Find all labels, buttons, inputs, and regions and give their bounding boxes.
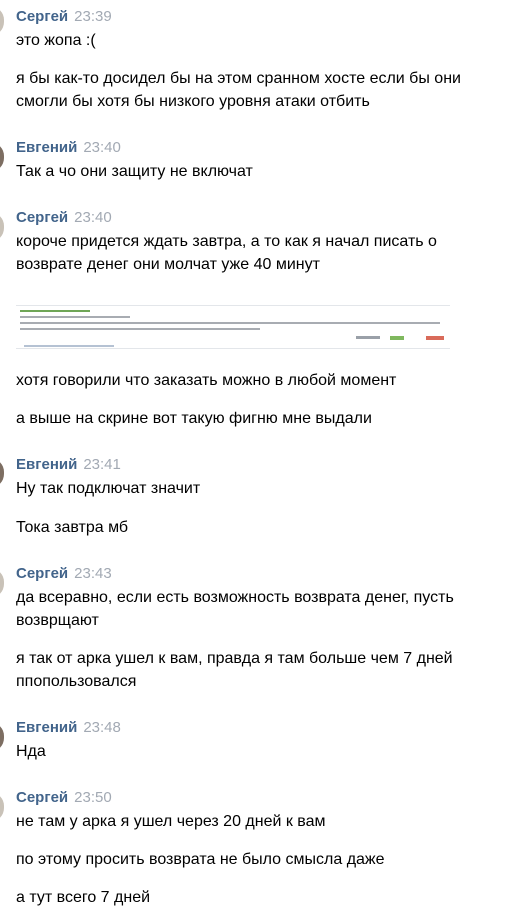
message-time[interactable]: 23:48	[83, 719, 121, 736]
message-text: короче придется ждать завтра, а то как я…	[16, 233, 437, 250]
author-name[interactable]: Сергей	[16, 789, 68, 806]
attachment-header-line	[20, 310, 90, 312]
avatar[interactable]	[0, 792, 4, 822]
message-header: Сергей 23:39	[16, 7, 112, 27]
message-text: хотя говорили что заказать можно в любой…	[16, 372, 397, 389]
attachment-text-line	[20, 316, 130, 318]
message-text: смогли бы хотя бы низкого уровня атаки о…	[16, 93, 370, 110]
message-header: Евгений 23:41	[16, 455, 121, 475]
message-text: не там у арка я ушел через 20 дней к вам	[16, 813, 326, 830]
message-time[interactable]: 23:40	[74, 209, 112, 226]
message-header: Евгений 23:48	[16, 718, 121, 738]
avatar[interactable]	[0, 458, 4, 488]
attachment-text-line	[20, 328, 260, 330]
message-time[interactable]: 23:43	[74, 565, 112, 582]
attachment-text-line	[20, 322, 440, 324]
author-name[interactable]: Евгений	[16, 719, 77, 736]
chat-history: Сергей 23:39 это жопа :( я бы как-то доси…	[0, 0, 522, 911]
message-text: это жопа :(	[16, 32, 96, 49]
message-text: Ну так подключат значит	[16, 480, 201, 497]
avatar[interactable]	[0, 6, 4, 36]
message-header: Сергей 23:50	[16, 788, 112, 808]
message-text: я так от арка ушел к вам, правда я там б…	[16, 650, 453, 667]
message-text: а тут всего 7 дней	[16, 889, 151, 906]
message-time[interactable]: 23:40	[83, 139, 121, 156]
message-time[interactable]: 23:39	[74, 8, 112, 25]
avatar[interactable]	[0, 568, 4, 598]
author-name[interactable]: Евгений	[16, 456, 77, 473]
message-text: возврщают	[16, 612, 99, 629]
message-time[interactable]: 23:41	[83, 456, 121, 473]
message-text: Нда	[16, 743, 46, 760]
attachment-text-line	[356, 336, 380, 339]
message-text: Тока завтра мб	[16, 519, 129, 536]
avatar[interactable]	[0, 722, 4, 752]
message-header: Евгений 23:40	[16, 138, 121, 158]
attachment-mark	[390, 336, 404, 340]
avatar[interactable]	[0, 142, 4, 172]
message-text: а выше на скрине вот такую фигню мне выд…	[16, 410, 372, 427]
attachment-mark	[426, 336, 444, 340]
attachment-footer-line	[24, 345, 114, 347]
author-name[interactable]: Евгений	[16, 139, 77, 156]
message-time[interactable]: 23:50	[74, 789, 112, 806]
message-header: Сергей 23:40	[16, 208, 112, 228]
screenshot-attachment[interactable]	[16, 305, 450, 349]
author-name[interactable]: Сергей	[16, 8, 68, 25]
author-name[interactable]: Сергей	[16, 209, 68, 226]
avatar[interactable]	[0, 212, 4, 242]
message-text: я бы как-то досидел бы на этом сранном х…	[16, 70, 461, 87]
message-text: Так а чо они защиту не включат	[16, 163, 253, 180]
message-text: возврате денег они молчат уже 40 минут	[16, 256, 320, 273]
author-name[interactable]: Сергей	[16, 565, 68, 582]
message-header: Сергей 23:43	[16, 564, 112, 584]
message-text: по этому просить возврата не было смысла…	[16, 851, 385, 868]
message-text: ппопользовался	[16, 673, 137, 690]
message-text: да всеравно, если есть возможность возвр…	[16, 589, 454, 606]
